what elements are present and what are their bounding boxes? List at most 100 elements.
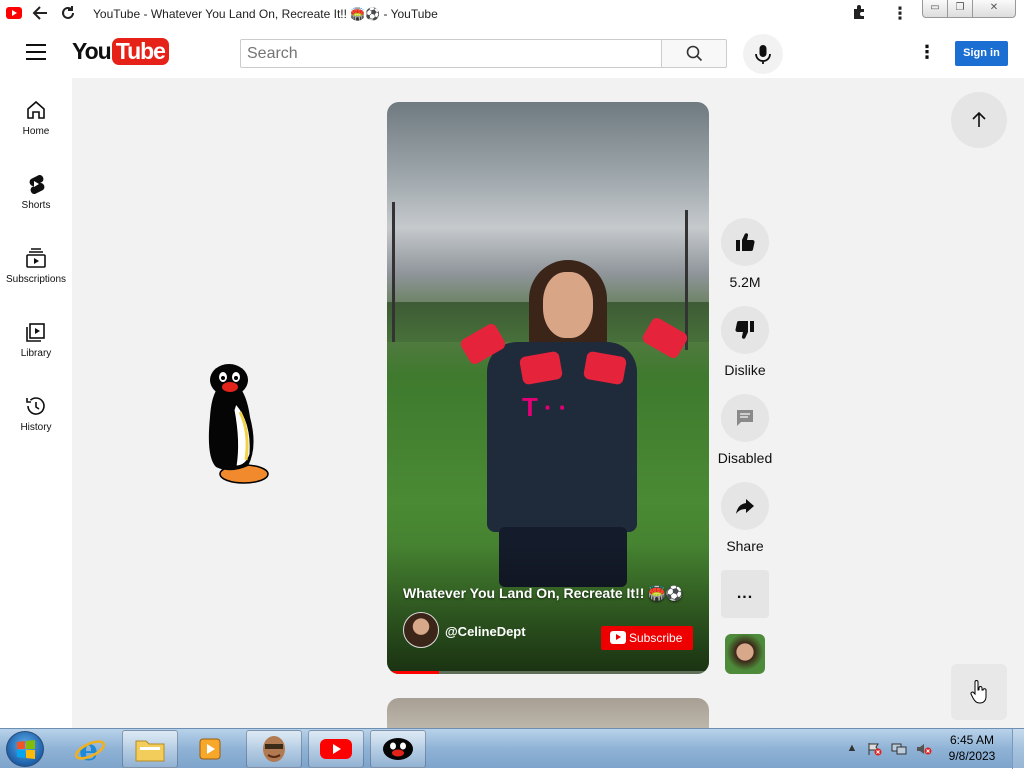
video-progress-fill xyxy=(387,671,439,674)
channel-thumbnail[interactable] xyxy=(725,634,765,674)
sign-in-button[interactable]: Sign in xyxy=(955,41,1008,66)
video-shirt-logo: T·· xyxy=(522,392,574,422)
taskbar-internet-explorer[interactable]: e xyxy=(62,730,118,768)
share-action: Share xyxy=(721,482,769,554)
subscribe-label: Subscribe xyxy=(629,631,683,645)
like-count: 5.2M xyxy=(729,274,761,290)
comments-label: Disabled xyxy=(717,450,773,466)
more-options-button[interactable]: ... xyxy=(721,570,769,618)
video-light-pole xyxy=(685,210,688,350)
browser-menu-icon[interactable]: ⋮ xyxy=(890,4,910,24)
logo-you-text: You xyxy=(72,38,112,64)
close-button[interactable]: ✕ xyxy=(972,0,1016,18)
thumbs-up-icon xyxy=(736,233,755,252)
sidebar-item-label: History xyxy=(20,422,52,433)
minimize-button[interactable]: ▭ xyxy=(922,0,948,18)
short-video-player[interactable]: T·· Whatever You Land On, Recreate It!! … xyxy=(387,102,709,674)
window-title: YouTube - Whatever You Land On, Recreate… xyxy=(93,7,438,21)
sidebar-item-library[interactable]: Library xyxy=(0,310,72,370)
settings-menu-icon[interactable]: ⋮ xyxy=(918,42,936,62)
shorts-icon xyxy=(24,172,48,196)
hamburger-menu-icon[interactable] xyxy=(26,44,46,60)
arrow-up-icon xyxy=(972,111,986,127)
youtube-logo[interactable]: You Tube xyxy=(72,38,169,65)
window-controls: ▭ ❐ ✕ xyxy=(922,0,1016,18)
folder-icon xyxy=(135,740,165,762)
library-icon xyxy=(24,320,48,344)
home-icon xyxy=(24,98,48,122)
hand-cursor-icon xyxy=(970,680,987,704)
volume-muted-icon[interactable] xyxy=(916,742,932,756)
share-button[interactable] xyxy=(721,482,769,530)
left-sidebar: Home Shorts Subscriptions Library Histor… xyxy=(0,78,72,728)
restore-button[interactable]: ❐ xyxy=(947,0,973,18)
sidebar-item-subscriptions[interactable]: Subscriptions xyxy=(0,236,72,296)
subscribe-button[interactable]: Subscribe xyxy=(601,626,693,650)
comment-icon xyxy=(737,410,753,426)
clock-time: 6:45 AM xyxy=(949,733,995,747)
pingu-penguin-icon[interactable] xyxy=(200,362,272,486)
thumbs-down-icon xyxy=(735,320,754,339)
dislike-action: Dislike xyxy=(721,306,769,378)
window-titlebar: YouTube - Whatever You Land On, Recreate… xyxy=(0,0,1024,28)
sidebar-item-shorts[interactable]: Shorts xyxy=(0,162,72,222)
taskbar-clock[interactable]: 6:45 AM 9/8/2023 xyxy=(932,732,1012,764)
share-arrow-icon xyxy=(736,499,754,514)
next-short-button[interactable] xyxy=(951,664,1007,720)
media-player-icon xyxy=(199,738,221,760)
show-hidden-icons-arrow-icon[interactable]: ▲ xyxy=(844,742,860,756)
youtube-icon xyxy=(320,739,352,759)
dislike-button[interactable] xyxy=(721,306,769,354)
video-progress-bar[interactable] xyxy=(387,671,709,674)
sidebar-item-label: Subscriptions xyxy=(5,274,67,285)
youtube-favicon-icon xyxy=(6,7,22,19)
video-person-face xyxy=(543,272,593,338)
taskbar-media-player[interactable] xyxy=(182,730,238,768)
dislike-label: Dislike xyxy=(724,362,766,378)
next-short-preview[interactable] xyxy=(387,698,709,728)
search-input[interactable] xyxy=(240,39,662,68)
comments-button[interactable] xyxy=(721,394,769,442)
search-icon xyxy=(686,45,703,62)
show-desktop-button[interactable] xyxy=(1012,729,1024,769)
more-action: ... xyxy=(721,570,769,618)
like-action: 5.2M xyxy=(721,218,769,290)
taskbar-pingu-app[interactable] xyxy=(370,730,426,768)
back-arrow-icon[interactable] xyxy=(30,4,50,24)
sidebar-item-home[interactable]: Home xyxy=(0,88,72,148)
network-icon[interactable] xyxy=(891,742,907,756)
sidebar-item-label: Home xyxy=(22,126,50,137)
channel-avatar[interactable] xyxy=(403,612,439,648)
taskbar-game-app[interactable] xyxy=(246,730,302,768)
voice-search-button[interactable] xyxy=(743,34,783,74)
taskbar-file-explorer[interactable] xyxy=(122,730,178,768)
clock-date: 9/8/2023 xyxy=(948,749,996,763)
video-overlay-gradient xyxy=(387,544,709,674)
sidebar-item-label: Shorts xyxy=(21,200,51,211)
video-light-pole xyxy=(392,202,395,342)
action-center-flag-icon[interactable] xyxy=(866,742,882,756)
internet-explorer-icon: e xyxy=(74,733,106,765)
shorts-feed: T·· Whatever You Land On, Recreate It!! … xyxy=(72,78,1024,728)
share-label: Share xyxy=(726,538,764,554)
logo-tube-text: Tube xyxy=(111,38,169,65)
sidebar-item-history[interactable]: History xyxy=(0,384,72,444)
windows-taskbar: e ▲ 6:45 AM 9/8/2023 xyxy=(0,728,1024,769)
comments-action: Disabled xyxy=(718,394,772,466)
sidebar-item-label: Library xyxy=(20,348,52,359)
like-button[interactable] xyxy=(721,218,769,266)
previous-short-button[interactable] xyxy=(951,92,1007,148)
extensions-puzzle-icon[interactable] xyxy=(849,4,869,24)
taskbar-youtube[interactable] xyxy=(308,730,364,768)
pingu-face-icon xyxy=(383,738,413,760)
reload-icon[interactable] xyxy=(58,4,78,24)
channel-name[interactable]: @CelineDept xyxy=(445,624,526,639)
windows-logo-icon xyxy=(17,740,35,759)
short-title[interactable]: Whatever You Land On, Recreate It!! 🏟️⚽ xyxy=(403,585,683,602)
windows-start-button[interactable] xyxy=(6,731,44,767)
search-button[interactable] xyxy=(661,39,727,68)
youtube-play-icon xyxy=(610,631,626,644)
youtube-header: You Tube ⋮ Sign in xyxy=(0,28,1024,78)
history-icon xyxy=(24,394,48,418)
subscriptions-icon xyxy=(24,246,48,270)
